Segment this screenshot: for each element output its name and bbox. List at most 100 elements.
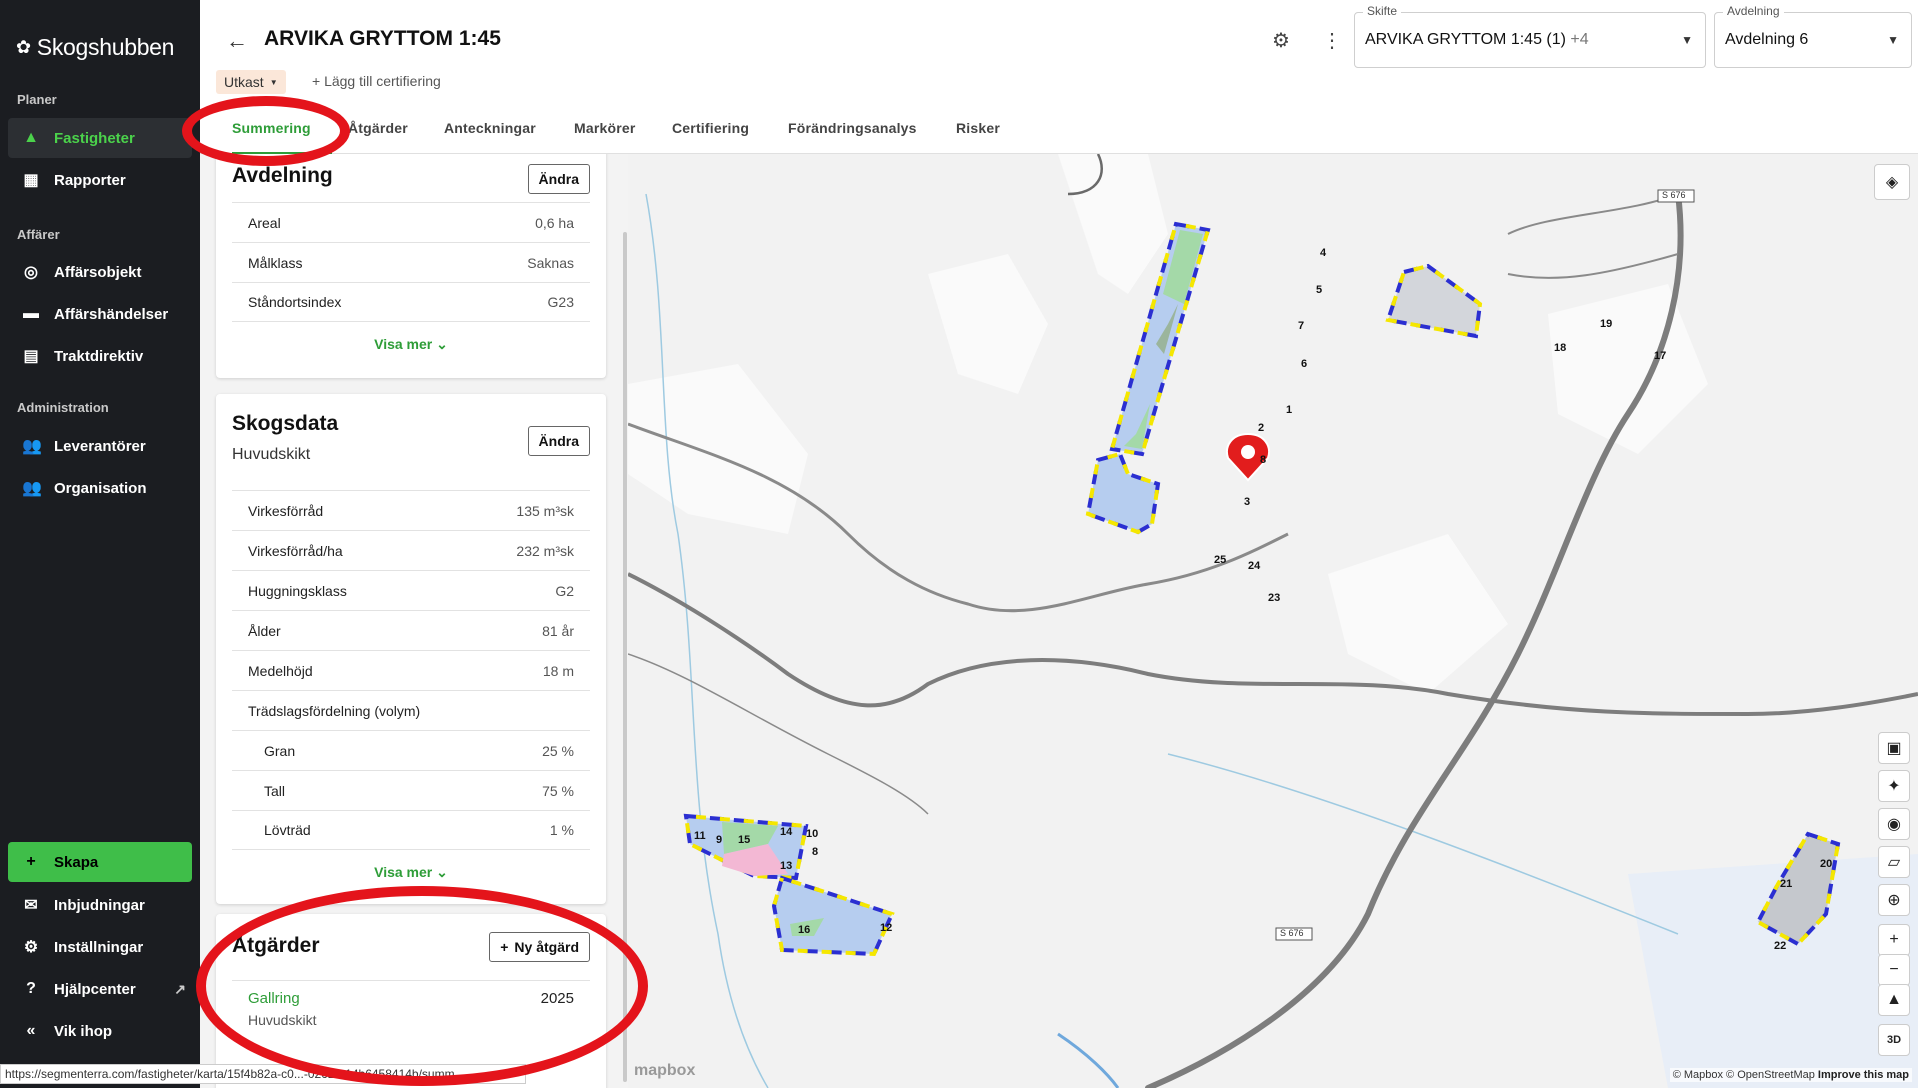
sidebar-item-inbjudningar[interactable]: ✉ Inbjudningar — [8, 885, 192, 925]
sidebar-item-installningar[interactable]: ⚙ Inställningar — [8, 927, 192, 967]
tab-atgarder[interactable]: Åtgärder — [348, 120, 408, 136]
parcel-label[interactable]: 20 — [1820, 858, 1832, 870]
zoom-in-icon[interactable]: + — [1878, 924, 1910, 956]
sidebar: ✿ Skogshubben Planer ▲ Fastigheter ▦ Rap… — [0, 0, 200, 1088]
add-certification-link[interactable]: + Lägg till certifiering — [312, 73, 441, 89]
help-icon: ? — [26, 980, 36, 997]
parcel-label[interactable]: 7 — [1298, 320, 1304, 332]
parcel-label[interactable]: 15 — [738, 834, 750, 846]
avdelning-label: Avdelning — [1723, 4, 1784, 18]
create-button[interactable]: + Skapa — [8, 842, 192, 882]
row-value: 135 m³sk — [516, 502, 574, 519]
settings-gear-icon[interactable]: ⚙ — [1272, 28, 1290, 53]
map-view[interactable]: S 676 S 676 4 5 7 6 1 2 8 3 25 24 23 19 … — [628, 154, 1918, 1088]
sidebar-item-organisation[interactable]: 👥 Organisation — [8, 468, 192, 508]
status-badge[interactable]: Utkast ▼ — [216, 70, 286, 94]
parcel-label[interactable]: 17 — [1654, 350, 1666, 362]
parcel-label[interactable]: 5 — [1316, 284, 1322, 296]
avdelning-select[interactable]: Avdelning Avdelning 6 ▼ — [1714, 4, 1912, 68]
row-key: Medelhöjd — [248, 662, 313, 679]
sidebar-item-label: Vik ihop — [54, 1022, 113, 1040]
parcel-label[interactable]: 25 — [1214, 554, 1226, 566]
parcel-label[interactable]: 6 — [1301, 358, 1307, 370]
visa-mer-button[interactable]: Visa mer ⌄ — [216, 336, 606, 353]
camera-icon[interactable]: ◉ — [1878, 808, 1910, 840]
external-link-icon: ↗ — [174, 980, 186, 997]
gear-icon: ⚙ — [23, 939, 39, 956]
parcel-label[interactable]: 4 — [1320, 247, 1326, 259]
collapse-icon: « — [26, 1022, 36, 1039]
parcel-label[interactable]: 14 — [780, 826, 792, 838]
compass-icon[interactable]: ▲ — [1878, 984, 1910, 1016]
parcel-label[interactable]: 23 — [1268, 592, 1280, 604]
parcel-label[interactable]: 8 — [812, 846, 818, 858]
logo-icon: ✿ — [16, 37, 31, 57]
row-value: G2 — [555, 582, 574, 599]
plus-icon: + — [26, 853, 36, 870]
sidebar-item-leverantorer[interactable]: 👥 Leverantörer — [8, 426, 192, 466]
tab-forandringsanalys[interactable]: Förändringsanalys — [788, 120, 917, 136]
zoom-out-icon[interactable]: − — [1878, 954, 1910, 986]
parcel-label[interactable]: 8 — [1260, 454, 1266, 466]
tab-markorer[interactable]: Markörer — [574, 120, 636, 136]
parcel-label[interactable]: 11 — [694, 830, 706, 842]
sidebar-item-fastigheter[interactable]: ▲ Fastigheter — [8, 118, 192, 158]
skogsdata-card-title: Skogsdata — [232, 412, 339, 435]
edit-avdelning-button[interactable]: Ändra — [527, 164, 590, 194]
plus-icon: + — [312, 73, 325, 89]
sidebar-item-label: Leverantörer — [54, 437, 146, 455]
sidebar-item-hjalpcenter[interactable]: ? Hjälpcenter ↗ — [8, 969, 192, 1009]
skifte-select[interactable]: Skifte ARVIKA GRYTTOM 1:45 (1) +4 ▼ — [1354, 4, 1706, 68]
layers-icon[interactable]: ◈ — [1874, 164, 1910, 200]
parcel-label[interactable]: 3 — [1244, 496, 1250, 508]
logo-text: Skogshubben — [36, 34, 175, 60]
back-arrow-icon[interactable]: ← — [226, 28, 248, 54]
mapbox-logo[interactable]: mapbox — [634, 1062, 695, 1080]
tab-anteckningar[interactable]: Anteckningar — [444, 120, 536, 136]
parcel-label[interactable]: 18 — [1554, 342, 1566, 354]
sidebar-item-affarsobjekt[interactable]: ◎ Affärsobjekt — [8, 252, 192, 292]
parcel-label[interactable]: 19 — [1600, 318, 1612, 330]
section-label-affarer: Affärer — [17, 227, 60, 242]
parcel-label[interactable]: 10 — [806, 828, 818, 840]
sidebar-item-label: Hjälpcenter — [54, 980, 136, 998]
row-key: Virkesförråd — [248, 502, 324, 519]
row-value: 25 % — [542, 742, 574, 759]
annotation-circle — [182, 96, 350, 166]
satellite-icon[interactable]: ✦ — [1878, 770, 1910, 802]
parcel-label[interactable]: 21 — [1780, 878, 1792, 890]
parcel-label[interactable]: 22 — [1774, 940, 1786, 952]
map-attribution[interactable]: © Mapbox © OpenStreetMap Improve this ma… — [1669, 1068, 1912, 1082]
parcel-label[interactable]: 24 — [1248, 560, 1260, 572]
parcel-label[interactable]: 12 — [880, 922, 892, 934]
improve-map-link[interactable]: Improve this map — [1818, 1069, 1909, 1081]
contact-icon[interactable]: ▣ — [1878, 732, 1910, 764]
sidebar-item-rapporter[interactable]: ▦ Rapporter — [8, 160, 192, 200]
row-value: Saknas — [527, 254, 574, 271]
more-vert-icon[interactable]: ⋮ — [1322, 28, 1342, 53]
sidebar-item-label: Affärshändelser — [54, 305, 169, 323]
parcel-label[interactable]: 2 — [1258, 422, 1264, 434]
visa-mer-button[interactable]: Visa mer ⌄ — [216, 864, 606, 881]
chevron-down-icon: ⌄ — [436, 336, 448, 352]
table-row: Areal 0,6 ha — [232, 202, 590, 242]
parcel-label[interactable]: 1 — [1286, 404, 1292, 416]
sidebar-item-affarshandelser[interactable]: ▬ Affärshändelser — [8, 294, 192, 334]
3d-icon[interactable]: 3D — [1878, 1024, 1910, 1056]
table-row: Virkesförråd 135 m³sk — [232, 490, 590, 530]
sidebar-item-traktdirektiv[interactable]: ▤ Traktdirektiv — [8, 336, 192, 376]
row-value: 0,6 ha — [535, 214, 574, 231]
logo[interactable]: ✿ Skogshubben — [16, 34, 174, 61]
table-row: Målklass Saknas — [232, 242, 590, 282]
parcel-label[interactable]: 16 — [798, 924, 810, 936]
parcel-label[interactable]: 9 — [716, 834, 722, 846]
row-key: Gran — [264, 742, 296, 759]
tab-risker[interactable]: Risker — [956, 120, 1000, 136]
edit-skogsdata-button[interactable]: Ändra — [527, 426, 590, 456]
sidebar-item-vik-ihop[interactable]: « Vik ihop — [8, 1011, 192, 1051]
skifte-label: Skifte — [1363, 4, 1402, 18]
parcel-label[interactable]: 13 — [780, 860, 792, 872]
ruler-icon[interactable]: ▱ — [1878, 846, 1910, 878]
locate-icon[interactable]: ⊕ — [1878, 884, 1910, 916]
tab-certifiering[interactable]: Certifiering — [672, 120, 749, 136]
